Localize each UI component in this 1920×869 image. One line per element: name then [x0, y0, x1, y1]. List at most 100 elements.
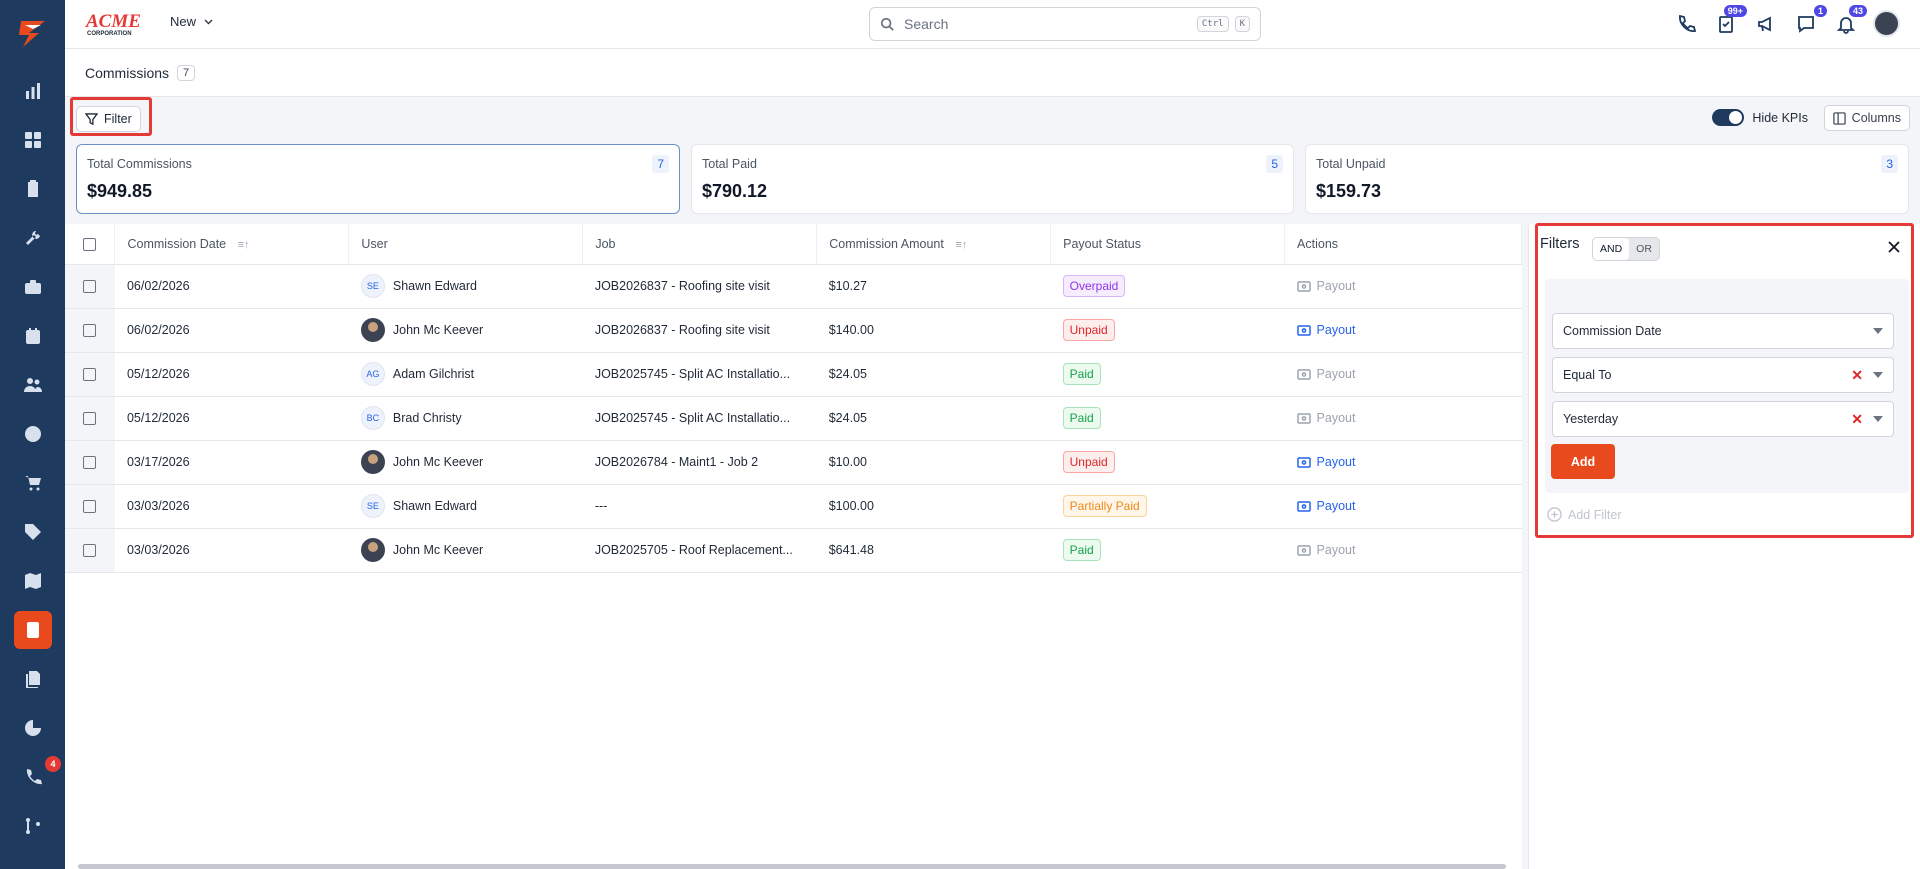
cell-actions: Payout [1284, 308, 1522, 353]
cell-date: 03/03/2026 [114, 528, 349, 573]
sidebar-item-timesheets[interactable] [0, 409, 65, 458]
chat-button[interactable]: 1 [1793, 4, 1827, 37]
calculator-icon [26, 621, 39, 638]
search-input[interactable]: Search Ctrl K [869, 7, 1261, 41]
row-checkbox[interactable] [83, 324, 96, 338]
app-logo-icon[interactable] [0, 0, 65, 66]
payout-button[interactable]: Payout [1296, 411, 1522, 425]
table-row[interactable]: 05/12/2026 AG Adam Gilchrist JOB2025745 - S… [65, 352, 1522, 397]
row-checkbox[interactable] [83, 500, 96, 514]
cell-date: 05/12/2026 [114, 352, 349, 397]
sidebar-item-tools[interactable] [0, 213, 65, 262]
sidebar-item-map[interactable] [0, 556, 65, 605]
sort-icon[interactable]: ≡↑ [238, 239, 250, 251]
cash-icon [1296, 412, 1311, 424]
cell-date: 06/02/2026 [114, 308, 349, 353]
cell-amount: $641.48 [816, 528, 1051, 573]
toggle-switch[interactable] [1712, 109, 1745, 126]
briefcase-icon [24, 279, 41, 294]
payout-button[interactable]: Payout [1296, 543, 1522, 557]
sidebar-item-dashboard[interactable] [0, 115, 65, 164]
columns-button[interactable]: Columns [1823, 105, 1910, 131]
horizontal-scrollbar[interactable] [78, 864, 1506, 869]
status-badge: Paid [1062, 407, 1101, 429]
notifications-button[interactable]: 43 [1833, 4, 1867, 37]
table-row[interactable]: 06/02/2026 SE Shawn Edward JOB2026837 - Roo… [65, 264, 1522, 309]
sidebar-item-files[interactable] [0, 654, 65, 703]
table-row[interactable]: 03/17/2026 John Mc Keever JOB2026784 - Mai… [65, 440, 1522, 485]
cash-icon [1296, 456, 1311, 468]
sidebar-item-calendar[interactable] [0, 311, 65, 360]
payout-button[interactable]: Payout [1296, 455, 1522, 469]
cell-status: Overpaid [1050, 264, 1285, 309]
user-avatar[interactable] [1873, 10, 1900, 37]
payout-button[interactable]: Payout [1296, 323, 1522, 337]
col-payout-status[interactable]: Payout Status [1050, 224, 1286, 265]
header-label: Job [595, 236, 616, 251]
hide-kpis-label: Hide KPIs [1752, 110, 1808, 125]
grid-icon [24, 131, 41, 148]
kpi-value: $949.85 [87, 181, 153, 201]
cell-job: --- [582, 484, 817, 529]
row-checkbox[interactable] [83, 412, 96, 426]
sidebar-item-analytics[interactable] [0, 703, 65, 752]
tasks-button[interactable]: 99+ [1713, 4, 1747, 37]
clipboard-check-icon [1719, 15, 1733, 33]
hide-kpis-toggle[interactable]: Hide KPIs [1712, 109, 1808, 126]
select-all-checkbox[interactable] [83, 237, 96, 251]
col-user[interactable]: User [348, 224, 584, 265]
col-commission-date[interactable]: Commission Date ≡↑ [114, 224, 350, 265]
table-row[interactable]: 03/03/2026 John Mc Keever JOB2025705 - Roo… [65, 528, 1522, 573]
row-checkbox[interactable] [83, 368, 96, 382]
announcements-button[interactable] [1753, 11, 1779, 37]
user-initials: SE [360, 494, 385, 518]
new-label: New [170, 14, 197, 29]
row-checkbox[interactable] [83, 456, 96, 470]
sidebar-item-documents[interactable] [0, 164, 65, 213]
sidebar-item-reports[interactable] [0, 66, 65, 115]
payout-label: Payout [1316, 279, 1356, 293]
cell-actions: Payout [1284, 484, 1522, 529]
row-checkbox[interactable] [83, 544, 96, 558]
col-job[interactable]: Job [582, 224, 818, 265]
table-row[interactable]: 03/03/2026 SE Shawn Edward --- $100.00 Partia… [65, 484, 1522, 529]
table-row[interactable]: 05/12/2026 BC Brad Christy JOB2025745 - Spl… [65, 396, 1522, 441]
cell-status: Paid [1050, 352, 1285, 397]
status-badge: Partially Paid [1062, 495, 1147, 517]
sidebar-item-workflows[interactable] [0, 801, 65, 850]
user-initials: AG [360, 362, 385, 386]
phone-button[interactable] [1673, 11, 1699, 37]
cell-job: JOB2025745 - Split AC Installatio... [582, 396, 817, 441]
user-initials: BC [360, 406, 385, 430]
row-checkbox[interactable] [83, 280, 96, 294]
sidebar-item-calls[interactable]: 4 [0, 752, 65, 801]
cell-user: BC Brad Christy [348, 396, 583, 441]
sort-icon[interactable]: ≡↑ [955, 239, 967, 251]
calendar-icon [25, 327, 40, 344]
header-label: Commission Amount [829, 236, 944, 251]
kpi-total-commissions[interactable]: Total Commissions $949.85 7 [76, 144, 680, 214]
new-button[interactable]: New [170, 14, 213, 29]
user-name: Brad Christy [392, 411, 462, 425]
col-commission-amount[interactable]: Commission Amount ≡↑ [816, 224, 1052, 265]
header-label: User [361, 236, 388, 251]
payout-button[interactable]: Payout [1296, 499, 1522, 513]
kpi-total-unpaid[interactable]: Total Unpaid $159.73 3 [1305, 144, 1909, 214]
sidebar-item-pricebook[interactable] [0, 507, 65, 556]
sidebar-item-commissions[interactable] [0, 605, 65, 654]
top-icons: 99+ 1 43 [1673, 4, 1900, 37]
table-row[interactable]: 06/02/2026 John Mc Keever JOB2026837 - Roo… [65, 308, 1522, 353]
kpi-total-paid[interactable]: Total Paid $790.12 5 [691, 144, 1294, 214]
payout-label: Payout [1316, 543, 1356, 557]
sidebar-item-store[interactable] [0, 458, 65, 507]
sidebar-item-jobs[interactable] [0, 262, 65, 311]
sidebar-item-customers[interactable] [0, 360, 65, 409]
user-photo [360, 318, 385, 342]
col-actions: Actions [1284, 224, 1522, 265]
acme-logo[interactable]: ACME CORPORATION [85, 9, 149, 37]
cell-user: AG Adam Gilchrist [348, 352, 583, 397]
chevron-down-icon [204, 18, 213, 25]
payout-button[interactable]: Payout [1296, 279, 1522, 293]
payout-button[interactable]: Payout [1296, 367, 1522, 381]
kpi-label: Total Paid [702, 157, 757, 171]
